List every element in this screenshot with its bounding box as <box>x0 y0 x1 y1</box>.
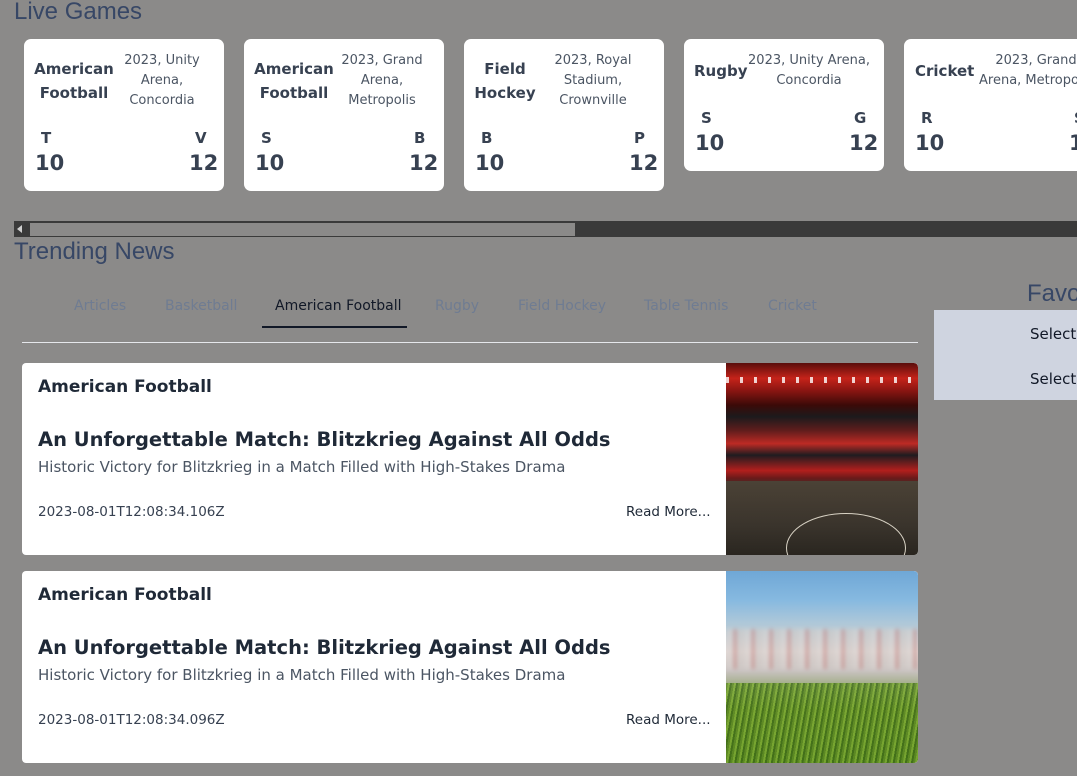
tab-rugby[interactable]: Rugby <box>435 298 479 314</box>
news-date: 2023-08-01T12:08:34.096Z <box>38 712 225 728</box>
stadium-night-photo <box>726 363 918 555</box>
scroll-left-icon[interactable] <box>17 225 22 233</box>
score-b: 12 <box>1069 131 1077 155</box>
news-subtitle: Historic Victory for Blitzkrieg in a Mat… <box>38 666 566 684</box>
team-a: S <box>261 129 272 147</box>
live-game-card[interactable]: American Football 2023, Unity Arena, Con… <box>24 39 224 191</box>
team-a: S <box>701 109 712 127</box>
news-card[interactable]: American Football An Unforgettable Match… <box>22 571 918 763</box>
news-date: 2023-08-01T12:08:34.106Z <box>38 504 225 520</box>
score-b: 12 <box>849 131 879 155</box>
score-b: 12 <box>629 151 659 175</box>
active-tab-indicator <box>262 326 407 328</box>
game-venue: 2023, Unity Arena, Concordia <box>124 53 200 108</box>
score-b: 12 <box>189 151 219 175</box>
live-games-title: Live Games <box>14 0 143 25</box>
team-a: R <box>921 109 933 127</box>
game-sport: American Football <box>254 60 334 102</box>
scrollbar-thumb[interactable] <box>30 223 575 236</box>
news-title[interactable]: An Unforgettable Match: Blitzkrieg Again… <box>38 428 611 451</box>
news-card[interactable]: American Football An Unforgettable Match… <box>22 363 918 555</box>
team-a: B <box>481 129 493 147</box>
score-a: 10 <box>695 131 725 155</box>
live-games-track: American Football 2023, Unity Arena, Con… <box>24 39 1077 191</box>
read-more-link[interactable]: Read More... <box>626 504 711 520</box>
team-a: T <box>41 129 52 147</box>
grass-stadium-photo <box>726 571 918 763</box>
game-sport: Cricket <box>915 62 975 80</box>
score-a: 10 <box>255 151 285 175</box>
tab-basketball[interactable]: Basketball <box>165 298 237 314</box>
stadium-lights <box>726 377 918 383</box>
game-sport: Field Hockey <box>474 60 536 102</box>
tab-field-hockey[interactable]: Field Hockey <box>518 298 606 314</box>
news-category: American Football <box>38 377 212 397</box>
live-game-card[interactable]: Cricket 2023, Grand Arena, Metropolis R … <box>904 39 1077 171</box>
team-b: V <box>195 129 207 147</box>
read-more-link[interactable]: Read More... <box>626 712 711 728</box>
team-b: B <box>414 129 426 147</box>
grass <box>726 683 918 763</box>
horizontal-scrollbar[interactable] <box>14 221 1077 237</box>
trending-news-title: Trending News <box>14 238 175 265</box>
news-category: American Football <box>38 585 212 605</box>
tab-american-football[interactable]: American Football <box>275 298 402 314</box>
tab-table-tennis[interactable]: Table Tennis <box>644 298 728 314</box>
tab-cricket[interactable]: Cricket <box>768 298 817 314</box>
team-b: P <box>634 129 645 147</box>
favourite-select-1[interactable]: Select <box>1030 325 1076 343</box>
favourites-title: Favo <box>1027 280 1077 307</box>
category-tabs: Articles Basketball American Football Ru… <box>22 290 918 343</box>
favourites-panel: Select Select <box>934 310 1077 400</box>
game-venue: 2023, Royal Stadium, Crownville <box>554 53 632 108</box>
score-a: 10 <box>35 151 65 175</box>
team-b: G <box>854 109 867 127</box>
news-title[interactable]: An Unforgettable Match: Blitzkrieg Again… <box>38 636 611 659</box>
live-game-card[interactable]: American Football 2023, Grand Arena, Met… <box>244 39 444 191</box>
live-game-card[interactable]: Rugby 2023, Unity Arena, Concordia S G 1… <box>684 39 884 171</box>
tab-articles[interactable]: Articles <box>74 298 126 314</box>
game-sport: Rugby <box>694 62 748 80</box>
game-venue: 2023, Unity Arena, Concordia <box>748 53 870 88</box>
stadium-seats <box>726 629 918 669</box>
score-a: 10 <box>475 151 505 175</box>
game-venue: 2023, Grand Arena, Metropolis <box>341 53 423 108</box>
favourite-select-2[interactable]: Select <box>1030 370 1076 388</box>
score-a: 10 <box>915 131 945 155</box>
live-game-card[interactable]: Field Hockey 2023, Royal Stadium, Crownv… <box>464 39 664 191</box>
news-subtitle: Historic Victory for Blitzkrieg in a Mat… <box>38 458 566 476</box>
game-venue: 2023, Grand Arena, Metropolis <box>979 53 1077 88</box>
score-b: 12 <box>409 151 439 175</box>
game-sport: American Football <box>34 60 114 102</box>
